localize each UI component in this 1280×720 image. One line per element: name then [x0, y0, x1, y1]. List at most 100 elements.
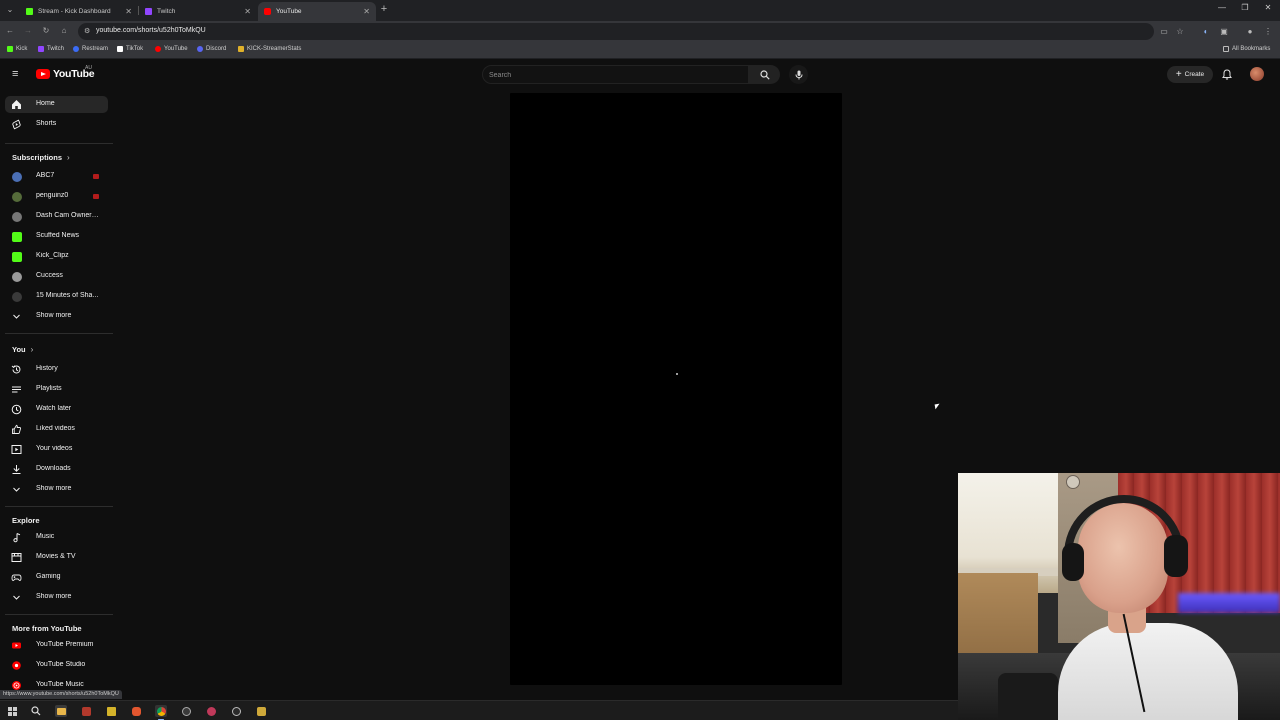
- extensions-puzzle-icon[interactable]: ▣: [1219, 27, 1229, 36]
- browser-menu-icon[interactable]: ⋮: [1263, 27, 1273, 36]
- bookmark-discord[interactable]: Discord: [197, 46, 226, 52]
- search-button[interactable]: [749, 65, 780, 84]
- sidebar-item-gaming[interactable]: Gaming: [5, 569, 108, 586]
- you-heading[interactable]: You ›: [12, 345, 33, 354]
- create-button[interactable]: + Create: [1167, 66, 1213, 83]
- app-icon[interactable]: [255, 705, 267, 717]
- sidebar-item-youtube-premium[interactable]: YouTube Premium: [5, 637, 108, 654]
- address-bar[interactable]: ⚙ youtube.com/shorts/u52h0ToMkQU: [78, 23, 1154, 40]
- shorts-video-player[interactable]: [510, 93, 842, 685]
- tab-search-chevron-icon[interactable]: ⌄: [4, 4, 16, 16]
- loading-spinner-icon: [676, 373, 678, 375]
- close-tab-icon[interactable]: ✕: [125, 7, 132, 16]
- app-icon[interactable]: [205, 705, 217, 717]
- app-icon[interactable]: [80, 705, 92, 717]
- notifications-button[interactable]: [1220, 67, 1234, 81]
- voice-search-button[interactable]: [789, 65, 808, 84]
- subscription-item[interactable]: ABC7: [5, 168, 108, 185]
- sidebar-item-label: YouTube Studio: [36, 661, 86, 668]
- close-tab-icon[interactable]: ✕: [363, 7, 370, 16]
- microphone-icon: [795, 70, 802, 79]
- wall-clock-icon: [1066, 475, 1080, 489]
- history-icon: [11, 364, 22, 375]
- bookmark-label: Restream: [82, 46, 109, 52]
- forward-icon[interactable]: →: [22, 26, 34, 35]
- subscriptions-show-more[interactable]: Show more: [5, 308, 108, 325]
- tab-twitch[interactable]: Twitch ✕: [139, 2, 257, 21]
- subscription-label: 15 Minutes of Sha...: [36, 292, 99, 299]
- chrome-browser-icon[interactable]: [155, 705, 167, 720]
- bookmark-youtube[interactable]: YouTube: [155, 46, 188, 52]
- sidebar-item-youtube-studio[interactable]: YouTube Studio: [5, 657, 108, 674]
- webcam-led-light: [1178, 593, 1280, 613]
- youtube-logo[interactable]: YouTube AU: [36, 65, 95, 80]
- home-browser-icon[interactable]: ⌂: [58, 26, 70, 35]
- back-icon[interactable]: ←: [4, 26, 16, 35]
- subscription-item[interactable]: Cuccess: [5, 268, 108, 285]
- search-input[interactable]: [489, 69, 739, 81]
- start-menu-icon[interactable]: [6, 705, 18, 717]
- subscription-label: Scuffed News: [36, 232, 80, 239]
- bookmark-restream[interactable]: Restream: [73, 46, 108, 52]
- explore-show-more[interactable]: Show more: [5, 589, 108, 606]
- tab-kick-dashboard[interactable]: Stream - Kick Dashboard ✕: [20, 2, 138, 21]
- close-tab-icon[interactable]: ✕: [244, 7, 251, 16]
- extension-icon[interactable]: ◐: [1201, 27, 1211, 36]
- channel-avatar: [11, 171, 22, 182]
- explore-heading: Explore: [12, 516, 40, 525]
- sidebar-item-shorts[interactable]: Shorts: [5, 116, 108, 133]
- restore-icon[interactable]: ❐: [1237, 3, 1253, 12]
- cast-icon[interactable]: ▭: [1159, 27, 1169, 36]
- stats-icon: [238, 46, 244, 52]
- menu-icon[interactable]: ≡: [12, 69, 23, 80]
- tab-youtube[interactable]: YouTube ✕: [258, 2, 376, 21]
- subscriptions-heading[interactable]: Subscriptions ›: [12, 153, 70, 162]
- youtube-premium-icon: [11, 640, 22, 651]
- mouse-cursor-icon: [934, 403, 941, 410]
- close-window-icon[interactable]: ✕: [1260, 3, 1276, 12]
- sidebar-item-home[interactable]: Home: [5, 96, 108, 113]
- account-avatar[interactable]: [1250, 67, 1264, 81]
- you-show-more[interactable]: Show more: [5, 481, 108, 498]
- youtube-header: ≡ YouTube AU + Create: [0, 60, 1280, 90]
- tiktok-icon: [117, 46, 123, 52]
- bookmark-kick-streamerstats[interactable]: KICK-StreamerStats: [238, 46, 301, 52]
- subscription-item[interactable]: penguinz0: [5, 188, 108, 205]
- bookmark-star-icon[interactable]: ☆: [1175, 27, 1185, 36]
- all-bookmarks[interactable]: All Bookmarks: [1223, 46, 1270, 52]
- sidebar-item-playlists[interactable]: Playlists: [5, 381, 108, 398]
- sidebar-item-label: Downloads: [36, 465, 71, 472]
- sidebar-item-label: Home: [36, 100, 55, 107]
- guide-sidebar: Home Shorts Subscriptions › ABC7 penguinz…: [0, 92, 116, 697]
- sidebar-item-liked-videos[interactable]: Liked videos: [5, 421, 108, 438]
- kick-favicon-icon: [26, 8, 33, 15]
- sidebar-item-history[interactable]: History: [5, 361, 108, 378]
- app-icon[interactable]: [230, 705, 242, 717]
- reload-icon[interactable]: ↻: [40, 26, 52, 35]
- site-info-icon[interactable]: ⚙: [84, 27, 90, 35]
- subscription-item[interactable]: 15 Minutes of Sha...: [5, 288, 108, 305]
- sidebar-item-watch-later[interactable]: Watch later: [5, 401, 108, 418]
- sidebar-item-label: Liked videos: [36, 425, 75, 432]
- profile-icon[interactable]: ●: [1245, 27, 1255, 36]
- sidebar-item-music[interactable]: Music: [5, 529, 108, 546]
- webcam-overlay: [958, 473, 1280, 720]
- address-url[interactable]: youtube.com/shorts/u52h0ToMkQU: [96, 27, 206, 34]
- sidebar-item-downloads[interactable]: Downloads: [5, 461, 108, 478]
- bookmark-tiktok[interactable]: TikTok: [117, 46, 143, 52]
- obs-studio-icon[interactable]: [180, 705, 192, 717]
- new-tab-icon[interactable]: +: [378, 3, 390, 15]
- brave-browser-icon[interactable]: [130, 705, 142, 717]
- subscription-item[interactable]: Dash Cam Owners ...: [5, 208, 108, 225]
- file-explorer-icon[interactable]: [55, 705, 67, 717]
- minimize-icon[interactable]: —: [1214, 3, 1230, 12]
- sidebar-item-label: Your videos: [36, 445, 73, 452]
- notes-app-icon[interactable]: [105, 705, 117, 717]
- bookmark-kick[interactable]: Kick: [7, 46, 27, 52]
- sidebar-item-movies-tv[interactable]: Movies & TV: [5, 549, 108, 566]
- subscription-item[interactable]: Scuffed News: [5, 228, 108, 245]
- bookmark-twitch[interactable]: Twitch: [38, 46, 64, 52]
- search-taskbar-icon[interactable]: [30, 705, 42, 717]
- subscription-item[interactable]: Kick_Clipz: [5, 248, 108, 265]
- sidebar-item-your-videos[interactable]: Your videos: [5, 441, 108, 458]
